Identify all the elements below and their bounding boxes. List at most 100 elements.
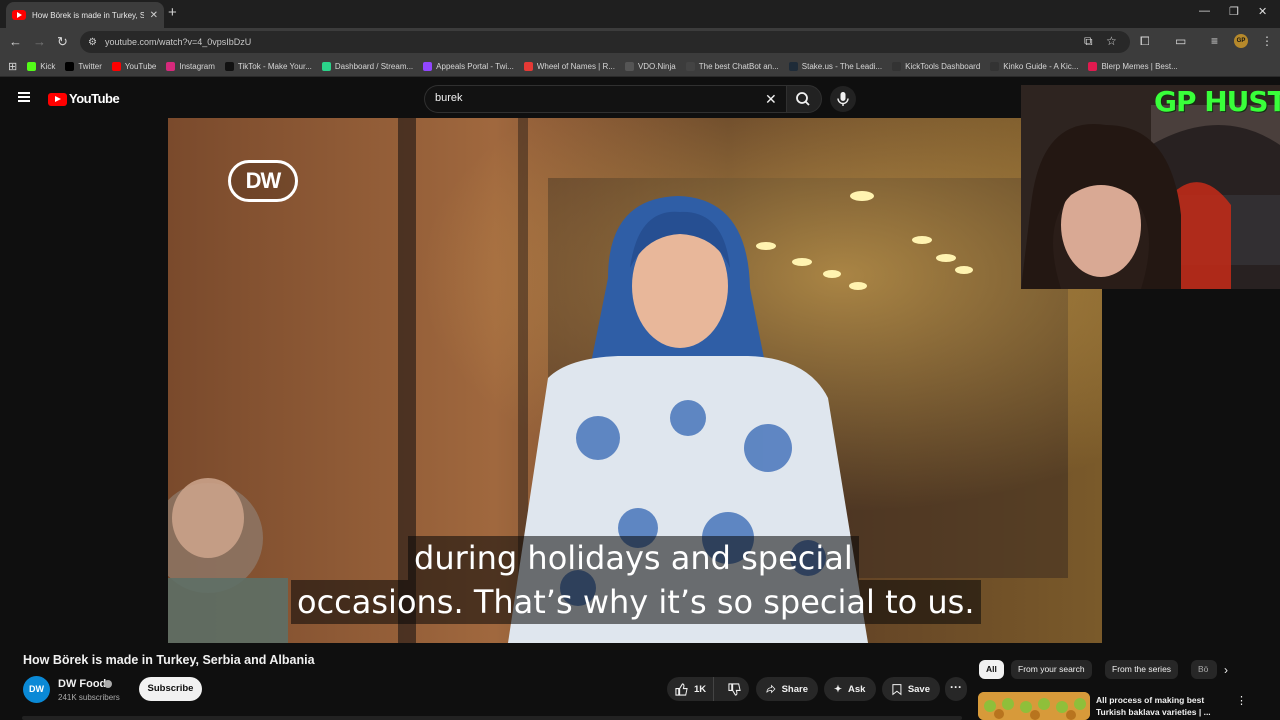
bookmark-star-icon[interactable]: ☆ xyxy=(1106,34,1117,48)
verified-badge-icon xyxy=(104,680,112,688)
bookmark-item[interactable]: The best ChatBot an... xyxy=(685,61,779,71)
install-app-icon[interactable]: ⧉ xyxy=(1084,34,1093,49)
close-tab-icon[interactable]: ✕ xyxy=(150,10,158,21)
forward-icon[interactable]: → xyxy=(33,34,46,49)
recommended-title[interactable]: All process of making best Turkish bakla… xyxy=(1096,694,1226,718)
bookmark-item[interactable]: YouTube xyxy=(111,61,157,71)
clear-search-icon[interactable]: ✕ xyxy=(765,91,777,108)
browser-tab[interactable]: How Börek is made in Turkey, S ✕ xyxy=(6,2,164,28)
bookmark-item[interactable]: Twitter xyxy=(65,61,102,71)
caption-line-2: occasions. That’s why it’s so special to… xyxy=(291,580,981,624)
grid-icon xyxy=(990,61,1000,71)
voice-search-button[interactable] xyxy=(830,86,856,112)
bookmark-icon xyxy=(892,683,902,695)
chatbot-icon xyxy=(685,61,695,71)
bookmark-label: Wheel of Names | R... xyxy=(536,61,615,71)
browser-toolbar: ← → ↻ ⚙ youtube.com/watch?v=4_0vpsIbDzU … xyxy=(0,28,1280,56)
recommended-more-icon[interactable]: ⋮ xyxy=(1236,694,1247,707)
grid-icon xyxy=(892,61,902,71)
address-bar[interactable]: ⚙ youtube.com/watch?v=4_0vpsIbDzU xyxy=(80,31,1130,53)
bookmark-item[interactable]: Wheel of Names | R... xyxy=(523,61,615,71)
back-icon[interactable]: ← xyxy=(9,34,22,49)
subscriber-count: 241K subscribers xyxy=(58,693,120,702)
browser-tab-strip: How Börek is made in Turkey, S ✕ + — ❐ ✕ xyxy=(0,0,1280,28)
browser-menu-icon[interactable]: ⋮ xyxy=(1261,34,1273,48)
search-box[interactable]: burek ✕ xyxy=(424,85,786,113)
bookmark-item[interactable]: Stake.us - The Leadi... xyxy=(788,61,882,71)
apps-grid-icon[interactable]: ⊞ xyxy=(8,60,17,73)
subscribe-button[interactable]: Subscribe xyxy=(139,677,202,701)
blerp-icon xyxy=(1088,61,1098,71)
bookmark-label: Kinko Guide - A Kic... xyxy=(1003,61,1079,71)
search-button[interactable] xyxy=(786,85,822,113)
bookmark-item[interactable]: Kinko Guide - A Kic... xyxy=(990,61,1079,71)
webcam-overlay: GP HUSTLA xyxy=(1021,85,1280,289)
bookmark-item[interactable]: Instagram xyxy=(166,61,215,71)
chip-partial[interactable]: Bö xyxy=(1191,660,1217,679)
ninja-icon xyxy=(624,61,634,71)
new-tab-icon[interactable]: + xyxy=(168,4,177,21)
share-button[interactable]: Share xyxy=(756,677,818,701)
chevron-right-icon[interactable]: › xyxy=(1224,663,1228,677)
close-window-icon[interactable]: ✕ xyxy=(1258,5,1267,18)
search-input[interactable]: burek xyxy=(435,92,463,104)
recommended-thumbnail[interactable] xyxy=(978,692,1090,720)
caption-line-1: during holidays and special xyxy=(408,536,859,580)
profile-avatar[interactable]: GP xyxy=(1234,34,1248,48)
wheel-icon xyxy=(523,61,533,71)
youtube-logo-text[interactable]: YouTube xyxy=(69,91,120,106)
thumbs-up-icon xyxy=(675,682,688,696)
bookmark-label: YouTube xyxy=(124,61,157,71)
site-info-icon[interactable]: ⚙ xyxy=(88,37,97,48)
channel-name[interactable]: DW Food xyxy=(58,678,106,690)
dislike-button[interactable] xyxy=(720,677,749,701)
more-actions-icon[interactable]: ··· xyxy=(945,677,967,701)
like-dislike-group: 1K xyxy=(667,677,749,701)
chip-from-the-series[interactable]: From the series xyxy=(1105,660,1179,679)
stake-icon xyxy=(788,61,798,71)
video-player[interactable]: DW during holidays and special occasions… xyxy=(168,118,1102,643)
sparkle-icon: ✦ xyxy=(834,683,842,695)
video-title: How Börek is made in Turkey, Serbia and … xyxy=(23,653,315,667)
minimize-icon[interactable]: — xyxy=(1199,5,1210,17)
reload-icon[interactable]: ↻ xyxy=(57,34,68,50)
like-count: 1K xyxy=(694,683,707,695)
share-label: Share xyxy=(781,683,808,695)
bookmark-label: The best ChatBot an... xyxy=(698,61,779,71)
kick-icon xyxy=(27,61,37,71)
extensions-icon[interactable]: ⧠ xyxy=(1140,34,1150,49)
channel-avatar[interactable]: DW xyxy=(23,676,50,703)
tab-search-icon[interactable]: ≡ xyxy=(1211,34,1218,48)
ask-button[interactable]: ✦ Ask xyxy=(824,677,876,701)
youtube-logo-icon[interactable] xyxy=(48,93,67,106)
cast-icon[interactable]: ▭ xyxy=(1175,34,1186,48)
youtube-icon xyxy=(111,61,121,71)
menu-icon[interactable] xyxy=(18,92,30,102)
bookmark-item[interactable]: KickTools Dashboard xyxy=(892,61,980,71)
url-text: youtube.com/watch?v=4_0vpsIbDzU xyxy=(104,37,252,47)
bookmark-label: TikTok - Make Your... xyxy=(237,61,312,71)
like-button[interactable]: 1K xyxy=(667,677,714,701)
bookmark-item[interactable]: Kick xyxy=(27,61,55,71)
restore-icon[interactable]: ❐ xyxy=(1229,5,1239,18)
share-icon xyxy=(766,684,776,694)
chip-all[interactable]: All xyxy=(979,660,1004,679)
bookmark-label: Twitter xyxy=(78,61,102,71)
bookmark-item[interactable]: Blerp Memes | Best... xyxy=(1088,61,1178,71)
bookmark-label: VDO.Ninja xyxy=(637,61,676,71)
description-box-edge xyxy=(22,716,962,720)
bookmark-label: Dashboard / Stream... xyxy=(334,61,414,71)
dw-watermark-logo: DW xyxy=(228,160,298,202)
bookmark-item[interactable]: VDO.Ninja xyxy=(624,61,676,71)
x-icon xyxy=(65,61,75,71)
save-button[interactable]: Save xyxy=(882,677,940,701)
twitch-icon xyxy=(423,61,433,71)
stream-icon xyxy=(321,61,331,71)
tab-title: How Börek is made in Turkey, S xyxy=(32,10,144,20)
bookmark-item[interactable]: TikTok - Make Your... xyxy=(224,61,312,71)
instagram-icon xyxy=(166,61,176,71)
bookmark-item[interactable]: Dashboard / Stream... xyxy=(321,61,414,71)
chip-from-your-search[interactable]: From your search xyxy=(1011,660,1092,679)
save-label: Save xyxy=(907,683,930,695)
bookmark-item[interactable]: Appeals Portal - Twi... xyxy=(423,61,514,71)
